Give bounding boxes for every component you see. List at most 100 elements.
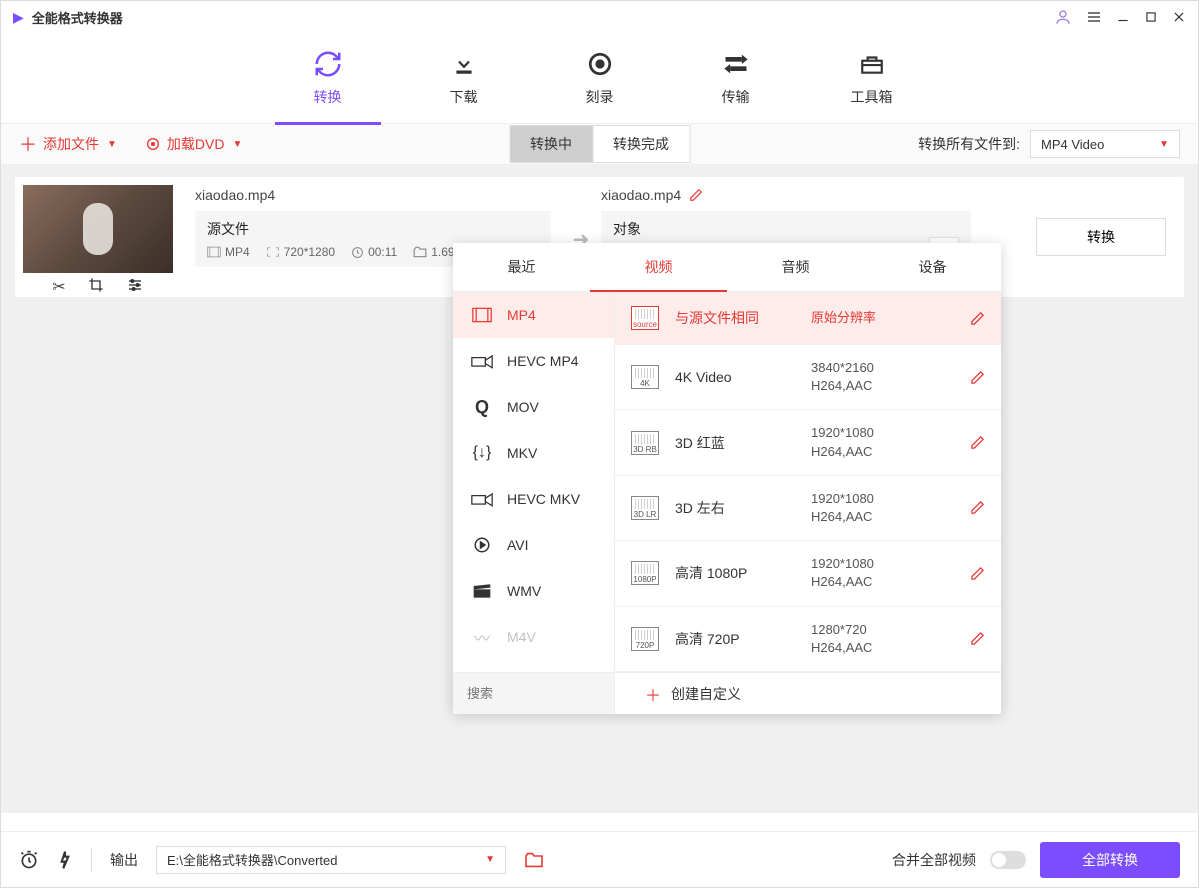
nav-label: 工具箱 (851, 87, 893, 107)
format-label: WMV (507, 583, 541, 599)
bottom-bar: 输出 E:\全能格式转换器\Converted ▼ 合并全部视频 全部转换 (1, 831, 1198, 887)
format-m4v[interactable]: 〰 M4V (453, 614, 614, 660)
transfer-icon (722, 49, 750, 79)
load-dvd-label: 加载DVD (167, 134, 225, 154)
source-resolution: 720*1280 (266, 245, 335, 259)
preset-3d-lr[interactable]: 3D LR 3D 左右 1920*1080H264,AAC (615, 476, 1001, 541)
edit-icon[interactable] (970, 370, 985, 385)
main-nav: 转换 下载 刻录 传输 工具箱 (1, 33, 1198, 123)
preset-detail: 原始分辨率 (811, 309, 954, 327)
tab-completed[interactable]: 转换完成 (592, 125, 690, 163)
convert-all-button[interactable]: 全部转换 (1040, 842, 1180, 878)
preset-icon: source (631, 306, 659, 330)
format-mkv[interactable]: {↓} MKV (453, 430, 614, 476)
mkv-icon: {↓} (471, 444, 493, 462)
format-label: MP4 (507, 307, 536, 323)
format-wmv[interactable]: WMV (453, 568, 614, 614)
chevron-down-icon: ▼ (107, 139, 117, 150)
edit-name-icon[interactable] (689, 188, 703, 202)
format-mov[interactable]: Q MOV (453, 384, 614, 430)
panel-tab-video[interactable]: 视频 (590, 243, 727, 291)
play-circle-icon (471, 536, 493, 554)
preset-title: 与源文件相同 (675, 308, 795, 328)
panel-tab-device[interactable]: 设备 (864, 243, 1001, 291)
app-icon: ▶ (13, 9, 24, 26)
target-label: 对象 (613, 219, 921, 239)
edit-icon[interactable] (970, 566, 985, 581)
gpu-icon[interactable] (57, 850, 73, 870)
load-dvd-button[interactable]: 加载DVD ▼ (145, 134, 242, 154)
settings-icon[interactable] (126, 277, 144, 297)
preset-4k[interactable]: 4K 4K Video 3840*2160H264,AAC (615, 345, 1001, 410)
edit-icon[interactable] (970, 500, 985, 515)
preset-1080p[interactable]: 1080P 高清 1080P 1920*1080H264,AAC (615, 541, 1001, 606)
add-file-button[interactable]: ＋ 添加文件 ▼ (19, 131, 117, 157)
nav-label: 转换 (314, 87, 342, 107)
nav-transfer[interactable]: 传输 (703, 49, 769, 107)
panel-tab-recent[interactable]: 最近 (453, 243, 590, 291)
edit-icon[interactable] (970, 435, 985, 450)
format-hevc-mkv[interactable]: HEVC MKV (453, 476, 614, 522)
format-label: HEVC MKV (507, 491, 580, 507)
preset-list[interactable]: source 与源文件相同 原始分辨率 4K 4K Video 3840*216… (615, 292, 1001, 672)
output-label: 输出 (110, 850, 138, 870)
target-file-name: xiaodao.mp4 (601, 187, 681, 203)
preset-720p[interactable]: 720P 高清 720P 1280*720H264,AAC (615, 607, 1001, 672)
refresh-icon (313, 49, 343, 79)
close-icon[interactable] (1172, 10, 1186, 24)
format-selected: MP4 Video (1041, 137, 1104, 152)
crop-icon[interactable] (88, 277, 104, 297)
merge-toggle[interactable] (990, 851, 1026, 869)
source-format: MP4 (207, 245, 250, 259)
search-input[interactable] (453, 673, 614, 714)
tab-converting[interactable]: 转换中 (509, 125, 592, 163)
maximize-icon[interactable] (1144, 10, 1158, 24)
nav-burn[interactable]: 刻录 (567, 49, 633, 107)
preset-title: 3D 红蓝 (675, 433, 795, 453)
nav-convert[interactable]: 转换 (295, 49, 361, 107)
preset-detail: 1920*1080H264,AAC (811, 490, 954, 526)
clock-icon[interactable] (19, 850, 39, 870)
format-label: MKV (507, 445, 537, 461)
video-thumbnail[interactable] (23, 185, 173, 273)
convert-all-to-label: 转换所有文件到: (918, 134, 1020, 154)
preset-icon: 3D LR (631, 496, 659, 520)
format-list[interactable]: MP4 HEVC MP4 Q MOV {↓} MKV (453, 292, 615, 672)
hevc-icon (471, 490, 493, 508)
edit-icon[interactable] (970, 631, 985, 646)
preset-icon: 4K (631, 365, 659, 389)
output-path-dropdown[interactable]: E:\全能格式转换器\Converted ▼ (156, 846, 506, 874)
create-custom-button[interactable]: ＋ 创建自定义 (615, 673, 1001, 714)
preset-detail: 1920*1080H264,AAC (811, 555, 954, 591)
edit-icon[interactable] (970, 311, 985, 326)
hevc-icon (471, 352, 493, 370)
clapper-icon (471, 582, 493, 600)
source-file-name: xiaodao.mp4 (195, 187, 551, 203)
minimize-icon[interactable] (1116, 10, 1130, 24)
preset-icon: 1080P (631, 561, 659, 585)
film-icon (471, 306, 493, 324)
toolbar: ＋ 添加文件 ▼ 加载DVD ▼ 转换中 转换完成 转换所有文件到: MP4 V… (1, 123, 1198, 165)
preset-same-as-source[interactable]: source 与源文件相同 原始分辨率 (615, 292, 1001, 345)
preset-detail: 1280*720H264,AAC (811, 621, 954, 657)
format-mp4[interactable]: MP4 (453, 292, 614, 338)
format-label: MOV (507, 399, 539, 415)
preset-3d-rb[interactable]: 3D RB 3D 红蓝 1920*1080H264,AAC (615, 410, 1001, 475)
preset-detail: 3840*2160H264,AAC (811, 359, 954, 395)
menu-icon[interactable] (1086, 9, 1102, 25)
plus-icon: ＋ (645, 682, 661, 706)
user-icon[interactable] (1054, 8, 1072, 26)
convert-button[interactable]: 转换 (1036, 218, 1166, 256)
format-hevc-mp4[interactable]: HEVC MP4 (453, 338, 614, 384)
format-avi[interactable]: AVI (453, 522, 614, 568)
source-duration: 00:11 (351, 245, 397, 259)
source-label: 源文件 (207, 219, 539, 239)
open-folder-icon[interactable] (524, 852, 544, 868)
cut-icon[interactable]: ✂ (52, 277, 65, 297)
nav-download[interactable]: 下载 (431, 49, 497, 107)
nav-toolbox[interactable]: 工具箱 (839, 49, 905, 107)
panel-tab-audio[interactable]: 音频 (727, 243, 864, 291)
preset-title: 高清 720P (675, 629, 795, 649)
format-dropdown[interactable]: MP4 Video ▼ (1030, 130, 1180, 158)
toolbox-icon (859, 49, 885, 79)
